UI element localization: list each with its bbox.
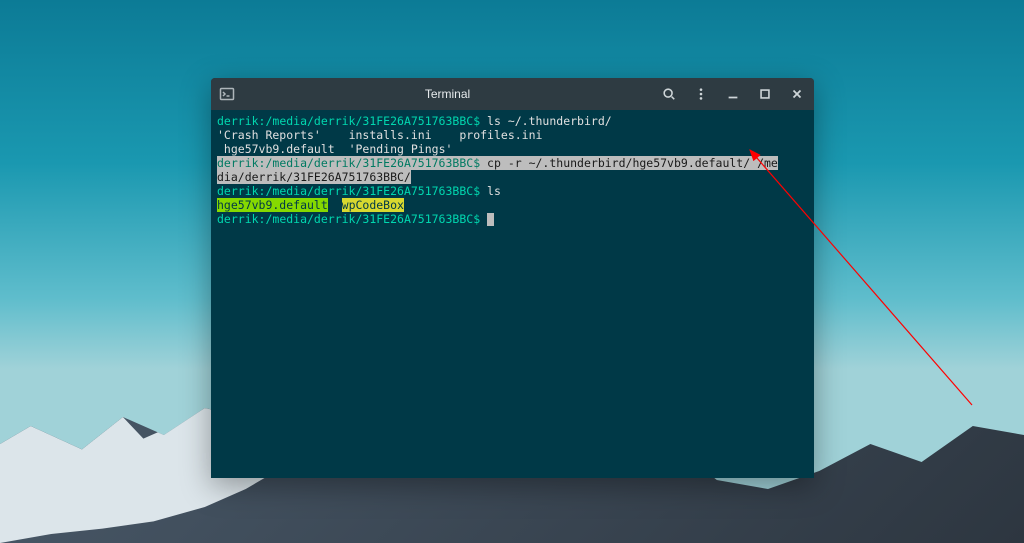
file-listing: hge57vb9.default [217, 142, 335, 156]
prompt-user: derrik [217, 114, 259, 128]
prompt-user-selected: derrik [217, 156, 259, 170]
highlighted-dir: wpCodeBox [342, 198, 404, 212]
spacing [432, 128, 460, 142]
terminal-app-icon [219, 86, 235, 102]
file-listing: 'Pending Pings' [349, 142, 453, 156]
terminal-cursor [487, 213, 494, 226]
spacing [335, 142, 349, 156]
spacing [328, 198, 342, 212]
command-text [480, 212, 487, 226]
prompt-path-selected: :/media/derrik/31FE26A751763BBC [259, 156, 474, 170]
command-text-selected: cp -r ~/.thunderbird/hge57vb9.default/ /… [480, 156, 778, 170]
search-icon[interactable] [660, 85, 678, 103]
terminal-body[interactable]: derrik:/media/derrik/31FE26A751763BBC$ l… [211, 110, 814, 478]
titlebar-controls [660, 85, 806, 103]
terminal-window: Terminal [211, 78, 814, 478]
command-text-selected: dia/derrik/31FE26A751763BBC/ [217, 170, 411, 184]
titlebar[interactable]: Terminal [211, 78, 814, 110]
desktop-background: Terminal [0, 0, 1024, 543]
command-text: ls [480, 184, 501, 198]
command-text: ls ~/.thunderbird/ [480, 114, 612, 128]
prompt-path: :/media/derrik/31FE26A751763BBC [259, 184, 474, 198]
spacing [321, 128, 349, 142]
close-icon[interactable] [788, 85, 806, 103]
file-listing: installs.ini [349, 128, 432, 142]
highlighted-dir: hge57vb9.default [217, 198, 328, 212]
file-listing: profiles.ini [459, 128, 542, 142]
prompt-user: derrik [217, 184, 259, 198]
maximize-icon[interactable] [756, 85, 774, 103]
file-listing: 'Crash Reports' [217, 128, 321, 142]
minimize-icon[interactable] [724, 85, 742, 103]
prompt-path: :/media/derrik/31FE26A751763BBC [259, 212, 474, 226]
prompt-path: :/media/derrik/31FE26A751763BBC [259, 114, 474, 128]
menu-icon[interactable] [692, 85, 710, 103]
prompt-user: derrik [217, 212, 259, 226]
window-title: Terminal [235, 87, 660, 101]
